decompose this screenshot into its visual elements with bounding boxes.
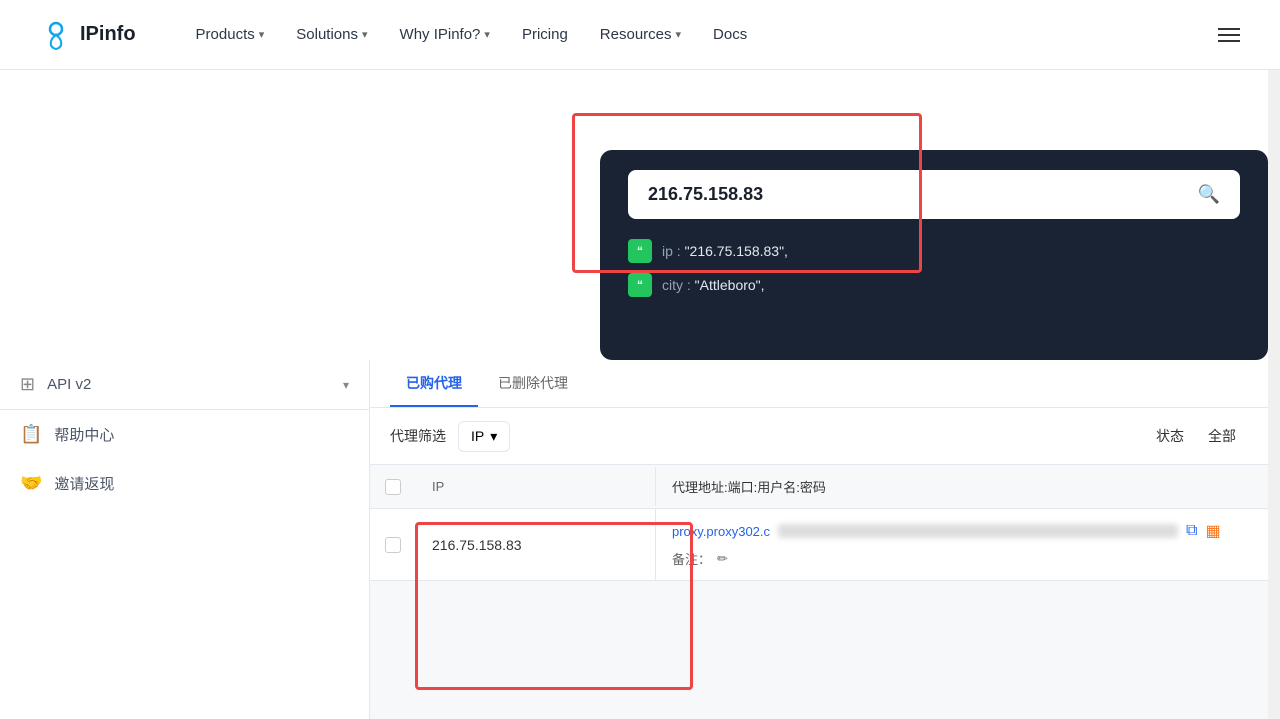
sidebar-invite-label: 邀请返现 — [54, 473, 349, 494]
filter-select[interactable]: IP ▾ — [458, 421, 510, 452]
navbar: IPinfo Products ▾ Solutions ▾ Why IPinfo… — [0, 0, 1280, 70]
sidebar-item-help[interactable]: 📋 帮助中心 — [0, 410, 369, 459]
sidebar-help-label: 帮助中心 — [54, 424, 349, 445]
proxy-panel: ⊞ API v2 ▾ 📋 帮助中心 🤝 邀请返现 已购代理 已删除代理 代理筛选… — [0, 360, 1268, 719]
nav-links: Products ▾ Solutions ▾ Why IPinfo? ▾ Pri… — [196, 26, 1240, 43]
td-proxy: proxy.proxy302.c ⧉ ▦ 备注： ✏ — [656, 509, 1268, 580]
logo[interactable]: IPinfo — [40, 19, 136, 51]
search-ip-text: 216.75.158.83 — [648, 184, 763, 205]
sidebar-item-api[interactable]: ⊞ API v2 ▾ — [0, 360, 369, 410]
proxy-blurred — [778, 524, 1178, 538]
filter-select-value: IP — [471, 428, 484, 444]
header-checkbox[interactable] — [385, 479, 401, 495]
nav-why[interactable]: Why IPinfo? ▾ — [400, 26, 490, 43]
status-label: 状态 — [1156, 426, 1184, 446]
why-chevron-icon: ▾ — [484, 28, 490, 41]
resources-chevron-icon: ▾ — [676, 28, 682, 41]
json-badge-1: “ — [628, 239, 652, 263]
tab-purchased[interactable]: 已购代理 — [390, 361, 478, 407]
row-checkbox[interactable] — [385, 537, 401, 553]
json-ip-line: “ ip : "216.75.158.83", — [628, 239, 1240, 263]
search-box[interactable]: 216.75.158.83 🔍 — [628, 170, 1240, 219]
proxy-table: IP 代理地址:端口:用户名:密码 216.75.158.83 proxy.pr… — [370, 465, 1268, 581]
json-result: “ ip : "216.75.158.83", “ city : "Attleb… — [628, 239, 1240, 297]
filter-chevron-icon: ▾ — [490, 428, 497, 445]
hamburger-line — [1218, 34, 1240, 36]
status-value: 全部 — [1196, 420, 1248, 452]
hamburger-line — [1218, 28, 1240, 30]
invite-icon: 🤝 — [20, 473, 42, 494]
json-ip-text: ip : "216.75.158.83", — [662, 243, 788, 259]
th-checkbox — [370, 467, 416, 507]
scrollbar[interactable] — [1268, 0, 1280, 719]
hamburger-line — [1218, 40, 1240, 42]
filter-row: 代理筛选 IP ▾ 状态 全部 — [370, 408, 1268, 465]
sidebar-item-invite[interactable]: 🤝 邀请返现 — [0, 459, 369, 508]
proxy-main: 已购代理 已删除代理 代理筛选 IP ▾ 状态 全部 IP 代理地址:端口:用户… — [370, 360, 1268, 719]
td-checkbox[interactable] — [370, 509, 416, 580]
sidebar: ⊞ API v2 ▾ 📋 帮助中心 🤝 邀请返现 — [0, 360, 370, 719]
tab-deleted[interactable]: 已删除代理 — [482, 361, 584, 407]
proxy-prefix: proxy.proxy302.c — [672, 524, 770, 539]
proxy-note: 备注： ✏ — [672, 549, 1252, 568]
json-badge-2: “ — [628, 273, 652, 297]
help-icon: 📋 — [20, 424, 42, 445]
json-city-line: “ city : "Attleboro", — [628, 273, 1240, 297]
search-icon[interactable]: 🔍 — [1198, 184, 1220, 205]
ip-lookup-panel: 216.75.158.83 🔍 “ ip : "216.75.158.83", … — [600, 150, 1268, 360]
proxy-address: proxy.proxy302.c ⧉ ▦ — [672, 521, 1252, 541]
filter-label: 代理筛选 — [390, 426, 446, 446]
solutions-chevron-icon: ▾ — [362, 28, 368, 41]
logo-text: IPinfo — [80, 23, 136, 46]
table-header: IP 代理地址:端口:用户名:密码 — [370, 465, 1268, 509]
nav-resources[interactable]: Resources ▾ — [600, 26, 681, 43]
nav-solutions[interactable]: Solutions ▾ — [296, 26, 367, 43]
api-icon: ⊞ — [20, 374, 35, 395]
edit-icon[interactable]: ✏ — [717, 551, 728, 567]
copy-icon[interactable]: ⧉ — [1186, 522, 1197, 540]
nav-pricing[interactable]: Pricing — [522, 26, 568, 43]
qr-icon[interactable]: ▦ — [1205, 521, 1220, 541]
products-chevron-icon: ▾ — [259, 28, 265, 41]
table-row: 216.75.158.83 proxy.proxy302.c ⧉ ▦ 备注： ✏ — [370, 509, 1268, 581]
nav-products[interactable]: Products ▾ — [196, 26, 265, 43]
nav-docs[interactable]: Docs — [713, 26, 747, 43]
sidebar-api-label: API v2 — [47, 376, 331, 393]
th-proxy: 代理地址:端口:用户名:密码 — [656, 465, 1268, 508]
api-arrow-icon: ▾ — [343, 378, 349, 392]
th-ip: IP — [416, 467, 656, 506]
tabs-row: 已购代理 已删除代理 — [370, 360, 1268, 408]
hamburger-menu[interactable] — [1218, 28, 1240, 42]
note-label: 备注： — [672, 549, 711, 568]
td-ip: 216.75.158.83 — [416, 509, 656, 580]
json-city-text: city : "Attleboro", — [662, 277, 765, 293]
